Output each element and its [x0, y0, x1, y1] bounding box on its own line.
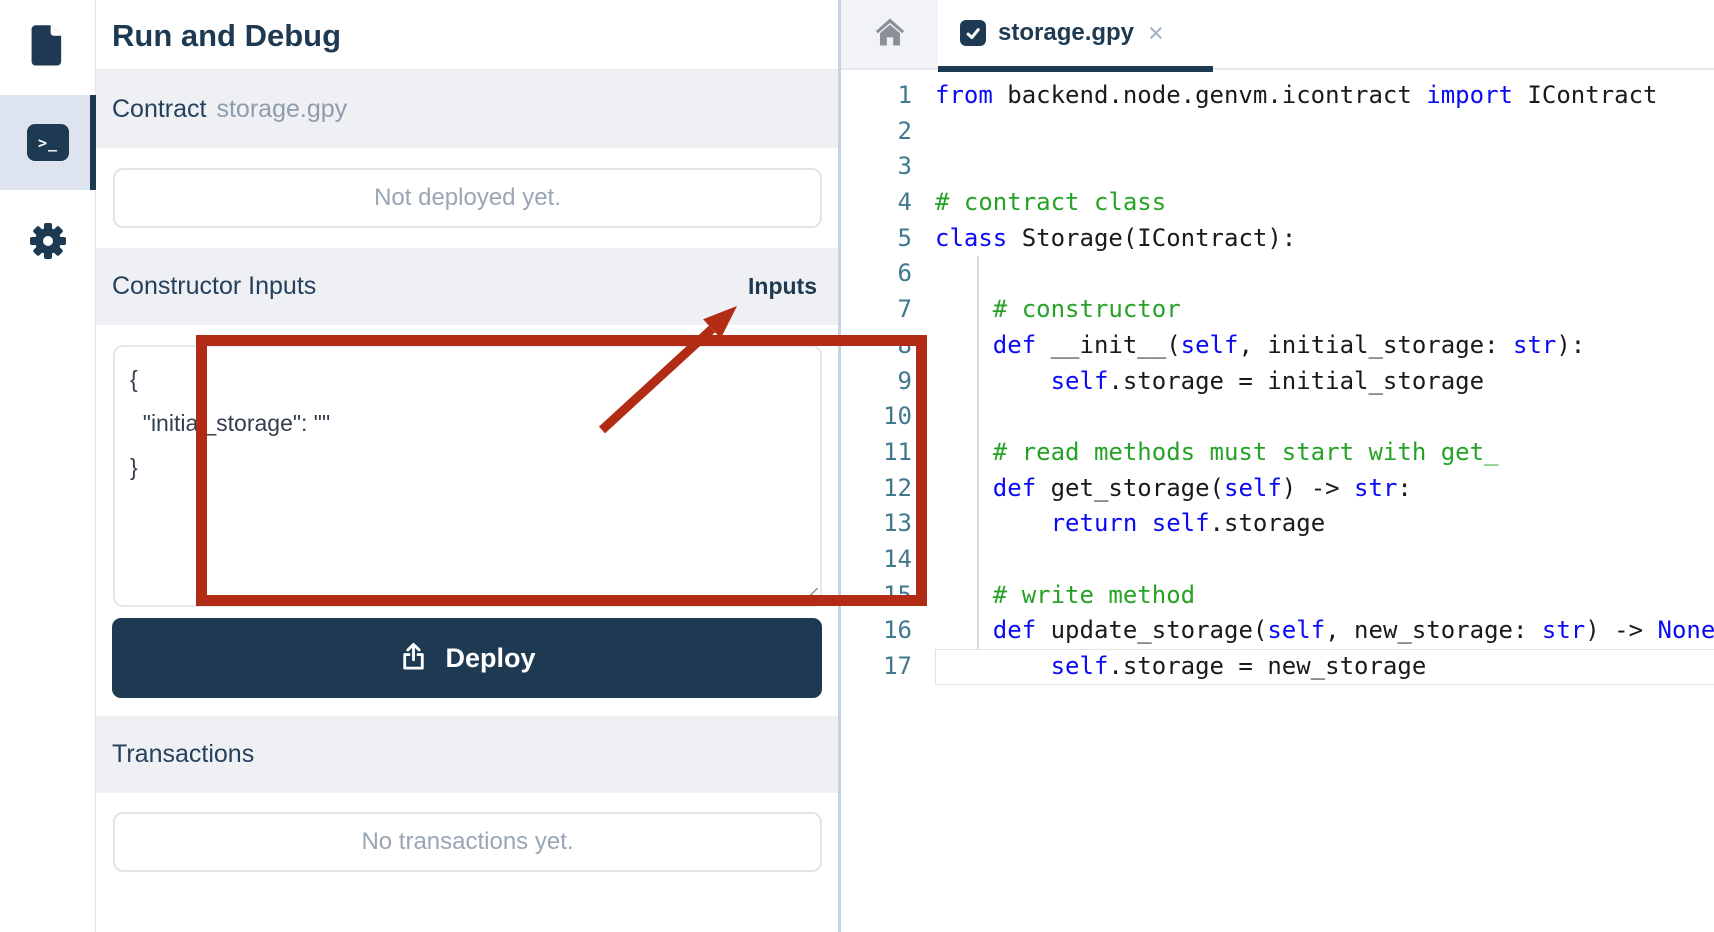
- constructor-inputs-textarea[interactable]: { "initial_storage": "" }: [113, 345, 822, 607]
- code-area[interactable]: 1 from backend.node.genvm.icontract impor…: [841, 72, 1714, 685]
- file-check-icon: [960, 20, 986, 46]
- tab-close-icon[interactable]: ×: [1148, 19, 1164, 47]
- line-number: 15: [883, 580, 912, 609]
- code-line-text: # read methods must start with get_: [935, 437, 1499, 466]
- transactions-label: Transactions: [112, 740, 255, 768]
- line-number: 5: [897, 223, 912, 252]
- line-number: 9: [897, 366, 912, 395]
- tab-bar: storage.gpy ×: [841, 0, 1714, 72]
- sidebar-item-files[interactable]: [0, 0, 96, 95]
- code-line-17[interactable]: 17 self.storage = new_storage: [841, 649, 1714, 685]
- code-line-2[interactable]: 2: [841, 114, 1714, 150]
- code-line-1[interactable]: 1 from backend.node.genvm.icontract impor…: [841, 78, 1714, 114]
- transactions-empty-text: No transactions yet.: [361, 828, 574, 855]
- code-line-text: return self.storage: [1050, 509, 1326, 538]
- json-line: "initial_storage": "": [130, 410, 331, 436]
- line-number: 2: [897, 116, 912, 145]
- sidebar-item-run-debug[interactable]: >_: [0, 95, 97, 190]
- code-line-text: def get_storage(self) -> str:: [992, 473, 1412, 502]
- tab-title: storage.gpy: [998, 19, 1135, 46]
- code-line-text: class Storage(IContract):: [935, 223, 1297, 252]
- line-number: 8: [897, 330, 912, 359]
- contract-label: Contract: [112, 94, 207, 123]
- line-number: 11: [883, 437, 912, 466]
- transactions-empty-box: No transactions yet.: [113, 812, 822, 872]
- line-number: 16: [883, 616, 912, 645]
- upload-icon: [398, 641, 429, 675]
- code-line-12[interactable]: 12 def get_storage(self) -> str:: [841, 471, 1714, 507]
- sidebar-item-settings[interactable]: [0, 196, 96, 286]
- code-line-14[interactable]: 14: [841, 542, 1714, 578]
- code-line-10[interactable]: 10: [841, 399, 1714, 435]
- deployment-status-text: Not deployed yet.: [374, 184, 561, 211]
- code-line-text: # constructor: [935, 295, 1181, 324]
- tab-home[interactable]: [841, 0, 938, 68]
- contract-filename: storage.gpy: [216, 94, 348, 123]
- deploy-button[interactable]: Deploy: [112, 618, 822, 698]
- code-line-text: # contract class: [935, 188, 1167, 217]
- line-number: 6: [897, 259, 912, 288]
- settings-gear-icon: [29, 222, 67, 260]
- line-number: 13: [883, 509, 912, 538]
- code-line-5[interactable]: 5 class Storage(IContract):: [841, 221, 1714, 257]
- constructor-inputs-label: Constructor Inputs: [112, 272, 317, 300]
- code-line-3[interactable]: 3: [841, 149, 1714, 185]
- code-line-text: from backend.node.genvm.icontract import…: [935, 81, 1658, 109]
- code-line-text: # write method: [935, 580, 1196, 609]
- page-title: Run and Debug: [112, 18, 342, 53]
- line-number: 17: [883, 652, 912, 680]
- app-root: >_ Run and Debug Contract storage.gpy No…: [0, 0, 1714, 932]
- code-line-8[interactable]: 8 def __init__(self, initial_storage: st…: [841, 328, 1714, 364]
- terminal-icon: >_: [27, 124, 69, 161]
- tab-storage-gpy[interactable]: storage.gpy ×: [938, 0, 1213, 72]
- contract-section-header: Contract storage.gpy: [96, 70, 838, 148]
- line-number: 4: [897, 188, 912, 217]
- code-line-9[interactable]: 9 self.storage = initial_storage: [841, 364, 1714, 400]
- code-line-15[interactable]: 15 # write method: [841, 578, 1714, 614]
- code-line-7[interactable]: 7 # constructor: [841, 292, 1714, 328]
- line-number: 3: [897, 152, 912, 181]
- line-number: 1: [897, 81, 912, 109]
- deployment-status-box: Not deployed yet.: [113, 168, 822, 228]
- json-line: }: [130, 454, 138, 480]
- run-and-debug-panel: Run and Debug Contract storage.gpy Not d…: [96, 0, 927, 932]
- line-number: 10: [883, 402, 912, 431]
- home-icon: [872, 14, 908, 55]
- code-line-16[interactable]: 16 def update_storage(self, new_storage:…: [841, 613, 1714, 649]
- code-editor: storage.gpy × 1 from backend.node.genvm.i…: [841, 0, 1714, 932]
- code-line-4[interactable]: 4 # contract class: [841, 185, 1714, 221]
- constructor-inputs-header: Constructor Inputs Inputs: [96, 248, 838, 325]
- code-line-6[interactable]: 6: [841, 256, 1714, 292]
- code-line-text: def update_storage(self, new_storage: st…: [992, 616, 1714, 645]
- code-line-11[interactable]: 11 # read methods must start with get_: [841, 435, 1714, 471]
- inputs-toggle[interactable]: Inputs: [748, 273, 817, 300]
- textarea-resize-grip[interactable]: [803, 588, 818, 603]
- json-line: {: [130, 366, 138, 392]
- code-line-13[interactable]: 13 return self.storage: [841, 506, 1714, 542]
- line-number: 14: [883, 544, 912, 573]
- deploy-button-label: Deploy: [445, 642, 536, 673]
- code-line-text: self.storage = new_storage: [935, 649, 1714, 685]
- line-number: 7: [897, 295, 912, 324]
- icon-sidebar: >_: [0, 0, 97, 932]
- file-icon: [28, 22, 68, 73]
- code-line-text: def __init__(self, initial_storage: str)…: [992, 330, 1586, 359]
- line-number: 12: [883, 473, 912, 502]
- transactions-section-header: Transactions: [96, 716, 838, 793]
- code-line-text: self.storage = initial_storage: [1050, 366, 1485, 395]
